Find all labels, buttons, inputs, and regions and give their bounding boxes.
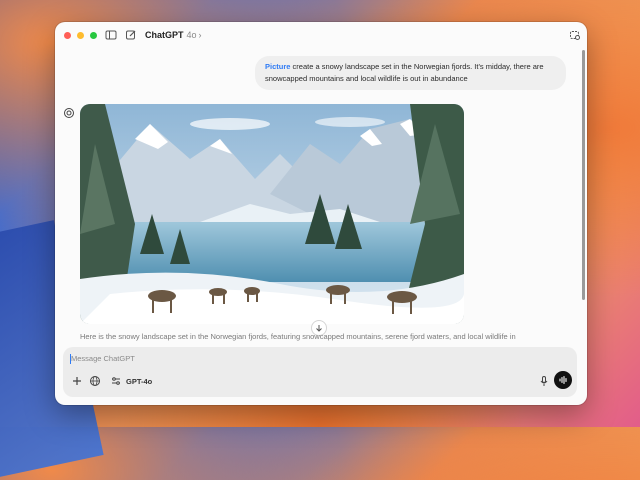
voice-mode-button[interactable] [554,371,572,389]
openai-logo-icon [64,108,74,118]
globe-icon[interactable] [89,375,101,387]
message-composer[interactable]: Message ChatGPT GPT-4o [63,347,577,397]
assistant-caption: Here is the snowy landscape set in the N… [80,332,516,341]
user-message-bubble: Picture create a snowy landscape set in … [255,56,566,90]
temporary-chat-icon[interactable] [569,29,581,41]
traffic-lights [64,32,97,39]
plus-icon[interactable] [71,375,83,387]
window-title[interactable]: ChatGPT 4o › [145,30,202,40]
titlebar: ChatGPT 4o › [55,22,587,48]
app-name: ChatGPT [145,30,184,40]
chevron-right-icon: › [198,30,202,40]
user-message-text: create a snowy landscape set in the Norw… [265,62,544,83]
microphone-icon[interactable] [538,375,550,387]
new-chat-icon[interactable] [125,29,137,41]
scrollbar[interactable] [582,50,585,300]
message-input[interactable]: Message ChatGPT [71,354,135,363]
zoom-window-button[interactable] [90,32,97,39]
fjord-landscape-image [80,104,464,324]
generated-image[interactable] [80,104,464,324]
picture-tag: Picture [265,62,291,71]
arrow-down-icon [316,325,322,332]
minimize-window-button[interactable] [77,32,84,39]
sliders-icon[interactable] [110,375,122,387]
model-version: 4o [186,30,197,40]
sidebar-toggle-icon[interactable] [105,29,117,41]
close-window-button[interactable] [64,32,71,39]
chatgpt-window: ChatGPT 4o › Picture create a snowy landsc… [55,22,587,405]
voice-mode-icon [559,375,567,385]
model-selector[interactable]: GPT-4o [126,377,152,386]
